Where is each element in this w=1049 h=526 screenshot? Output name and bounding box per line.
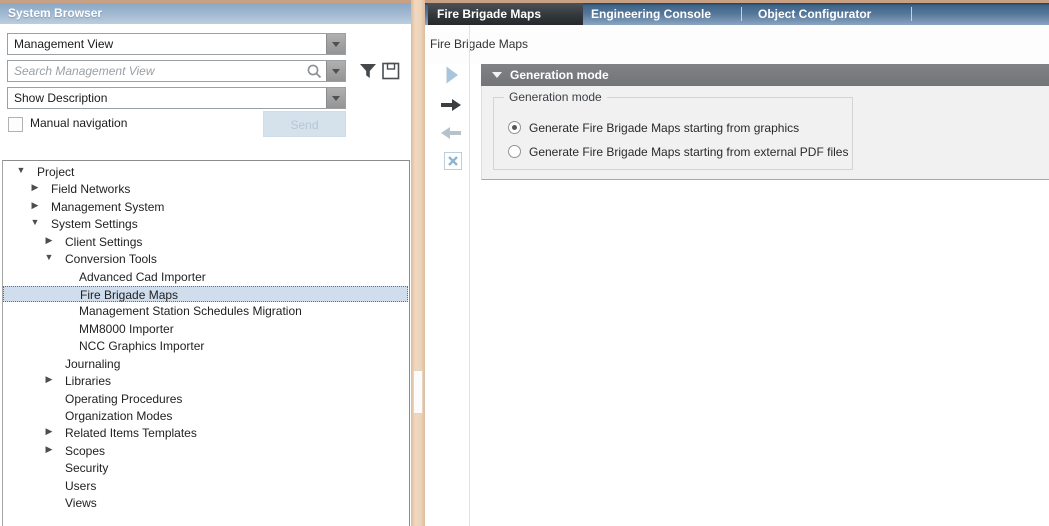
search-input[interactable] xyxy=(8,61,309,81)
panel-title: System Browser xyxy=(0,3,411,24)
section-title: Generation mode xyxy=(510,64,609,86)
tree-item-journaling[interactable]: Journaling xyxy=(3,356,408,372)
description-selector[interactable]: Show Description xyxy=(7,87,346,109)
radio-unselected-icon[interactable] xyxy=(508,145,521,158)
chevron-down-icon[interactable] xyxy=(326,88,345,108)
tab-bar: Fire Brigade Maps Engineering Console Ob… xyxy=(425,3,1049,25)
expand-arrow-icon[interactable]: ▶ xyxy=(43,374,55,385)
expand-arrow-icon[interactable]: ▶ xyxy=(29,182,41,193)
tree-item-mm8000-importer[interactable]: MM8000 Importer xyxy=(3,321,408,337)
groupbox-legend: Generation mode xyxy=(504,90,607,104)
tree-item-operating-procedures[interactable]: Operating Procedures xyxy=(3,391,408,407)
search-dropdown-icon[interactable] xyxy=(326,61,345,81)
generation-mode-groupbox: Generation mode Generate Fire Brigade Ma… xyxy=(493,97,853,170)
expand-arrow-icon[interactable]: ▶ xyxy=(43,426,55,437)
collapse-arrow-icon[interactable] xyxy=(492,72,502,83)
tree-item-libraries[interactable]: ▶Libraries xyxy=(3,373,408,389)
expand-arrow-icon[interactable]: ▶ xyxy=(43,235,55,246)
tree-item-scopes[interactable]: ▶Scopes xyxy=(3,443,408,459)
manual-navigation-checkbox[interactable] xyxy=(8,117,23,132)
arrow-left-icon[interactable] xyxy=(440,126,462,145)
filter-icon[interactable] xyxy=(358,61,378,81)
system-browser-panel: System Browser Management View Show Desc… xyxy=(0,3,411,526)
generation-mode-section-body: Generation mode Generate Fire Brigade Ma… xyxy=(481,86,1049,180)
tree-item-fire-brigade-maps[interactable]: Fire Brigade Maps xyxy=(3,286,408,302)
collapse-arrow-icon[interactable]: ▼ xyxy=(29,217,41,227)
send-button[interactable]: Send xyxy=(263,111,346,137)
view-selector[interactable]: Management View xyxy=(7,33,346,55)
tree-item-organization-modes[interactable]: Organization Modes xyxy=(3,408,408,424)
tree-item-related-items-templates[interactable]: ▶Related Items Templates xyxy=(3,425,408,441)
save-icon[interactable] xyxy=(381,61,401,81)
scrollbar-thumb[interactable] xyxy=(413,370,423,414)
search-box xyxy=(7,60,346,82)
tree-item-conversion-tools[interactable]: ▼Conversion Tools xyxy=(3,251,408,267)
radio-selected-icon[interactable] xyxy=(508,121,521,134)
arrow-right-icon[interactable] xyxy=(440,98,462,117)
tab-separator xyxy=(911,7,912,21)
tree-item-advanced-cad-importer[interactable]: Advanced Cad Importer xyxy=(3,269,408,285)
generation-mode-section-header[interactable]: Generation mode xyxy=(481,64,1049,86)
tab-object-configurator[interactable]: Object Configurator xyxy=(742,3,911,25)
tree-item-users[interactable]: Users xyxy=(3,478,408,494)
tree-item-management-station-schedules-migration[interactable]: Management Station Schedules Migration xyxy=(3,303,408,319)
tree-item-project[interactable]: ▼Project xyxy=(3,164,408,180)
chevron-down-icon[interactable] xyxy=(326,34,345,54)
expand-arrow-icon[interactable]: ▶ xyxy=(43,444,55,455)
tree-item-views[interactable]: Views xyxy=(3,495,408,511)
tree-item-management-system[interactable]: ▶Management System xyxy=(3,199,408,215)
collapse-arrow-icon[interactable]: ▼ xyxy=(15,165,27,175)
tree-item-ncc-graphics-importer[interactable]: NCC Graphics Importer xyxy=(3,338,408,354)
tree-item-system-settings[interactable]: ▼System Settings xyxy=(3,216,408,232)
system-tree: ▼Project ▶Field Networks ▶Management Sys… xyxy=(2,160,410,526)
tab-fire-brigade-maps[interactable]: Fire Brigade Maps xyxy=(428,3,583,25)
expand-arrow-icon[interactable]: ▶ xyxy=(29,200,41,211)
manual-navigation-label: Manual navigation xyxy=(30,116,127,130)
view-selector-value: Management View xyxy=(14,35,113,53)
play-icon[interactable] xyxy=(444,65,460,90)
search-icon xyxy=(306,63,323,85)
breadcrumb-area: Fire Brigade Maps xyxy=(425,25,1049,64)
tree-item-field-networks[interactable]: ▶Field Networks xyxy=(3,181,408,197)
tree-item-security[interactable]: Security xyxy=(3,460,408,476)
breadcrumb: Fire Brigade Maps xyxy=(430,37,528,51)
cancel-icon[interactable] xyxy=(444,152,462,170)
tree-item-client-settings[interactable]: ▶Client Settings xyxy=(3,234,408,250)
collapse-arrow-icon[interactable]: ▼ xyxy=(43,252,55,262)
description-selector-value: Show Description xyxy=(14,89,107,107)
panel-splitter[interactable] xyxy=(411,0,425,526)
tab-engineering-console[interactable]: Engineering Console xyxy=(583,3,741,25)
toolbar-divider xyxy=(469,25,470,526)
